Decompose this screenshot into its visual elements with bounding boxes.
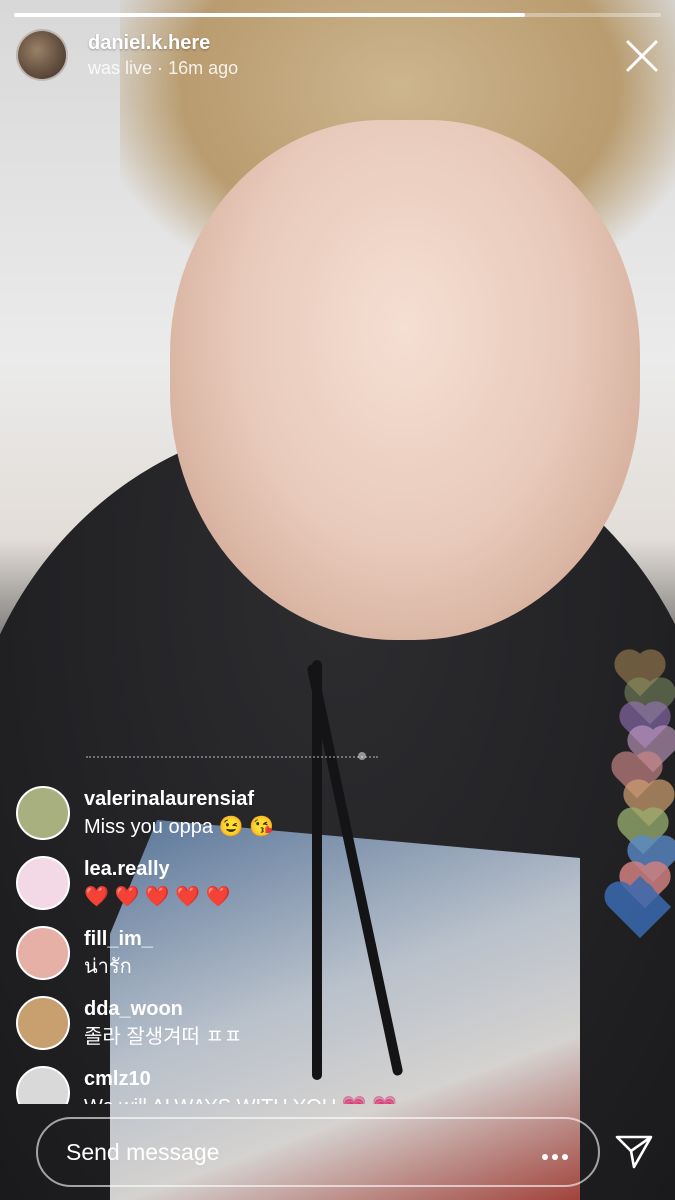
close-icon[interactable] bbox=[624, 38, 660, 74]
video-face bbox=[170, 120, 640, 640]
story-header: daniel.k.here was live · 16m ago bbox=[16, 28, 238, 82]
time-ago: 16m ago bbox=[168, 58, 239, 78]
comment-item: lea.really ❤️ ❤️ ❤️ ❤️ ❤️ bbox=[16, 856, 576, 916]
story-progress-fill bbox=[14, 13, 526, 17]
commenter-username[interactable]: fill_im_ bbox=[84, 926, 153, 952]
comment-item: cmlz10 We will ALWAYS WITH YOU 💗 💗 bbox=[16, 1066, 576, 1104]
comments-drag-dot bbox=[358, 752, 366, 760]
comment-text: 졸라 잘생겨떠 ㅍㅍ bbox=[84, 1026, 243, 1048]
commenter-avatar[interactable] bbox=[16, 1066, 70, 1104]
comment-item: valerinalaurensiaf Miss you oppa 😉 😘 bbox=[16, 786, 576, 846]
send-message-field[interactable]: Send message bbox=[36, 1117, 600, 1187]
separator-dot: · bbox=[157, 58, 164, 78]
header-username[interactable]: daniel.k.here bbox=[88, 30, 238, 56]
commenter-username[interactable]: valerinalaurensiaf bbox=[84, 786, 254, 812]
comment-item: dda_woon 졸라 잘생겨떠 ㅍㅍ bbox=[16, 996, 576, 1056]
commenter-username[interactable]: dda_woon bbox=[84, 996, 183, 1022]
comments-drag-handle[interactable] bbox=[86, 756, 378, 764]
live-comments-list[interactable]: valerinalaurensiaf Miss you oppa 😉 😘 lea… bbox=[16, 786, 576, 1104]
send-icon[interactable] bbox=[614, 1133, 654, 1171]
live-status: was live · 16m ago bbox=[88, 56, 238, 80]
comment-text: น่ารัก bbox=[84, 956, 132, 978]
commenter-avatar[interactable] bbox=[16, 856, 70, 910]
comment-text: Miss you oppa 😉 😘 bbox=[84, 816, 274, 838]
comment-text: We will ALWAYS WITH YOU 💗 💗 bbox=[84, 1093, 397, 1104]
more-icon[interactable] bbox=[542, 1147, 576, 1160]
cat-avatar[interactable] bbox=[16, 29, 68, 81]
commenter-avatar[interactable] bbox=[16, 996, 70, 1050]
commenter-avatar[interactable] bbox=[16, 786, 70, 840]
comment-item: fill_im_ น่ารัก bbox=[16, 926, 576, 986]
live-status-text: was live bbox=[88, 58, 153, 78]
header-text: daniel.k.here was live · 16m ago bbox=[88, 30, 238, 80]
floating-hearts bbox=[600, 640, 675, 940]
story-progress-bar bbox=[14, 13, 661, 17]
commenter-username[interactable]: cmlz10 bbox=[84, 1066, 151, 1092]
commenter-avatar[interactable] bbox=[16, 926, 70, 980]
comment-text: ❤️ ❤️ ❤️ ❤️ ❤️ bbox=[84, 886, 231, 908]
commenter-username[interactable]: lea.really bbox=[84, 856, 170, 882]
send-message-placeholder[interactable]: Send message bbox=[66, 1139, 219, 1166]
